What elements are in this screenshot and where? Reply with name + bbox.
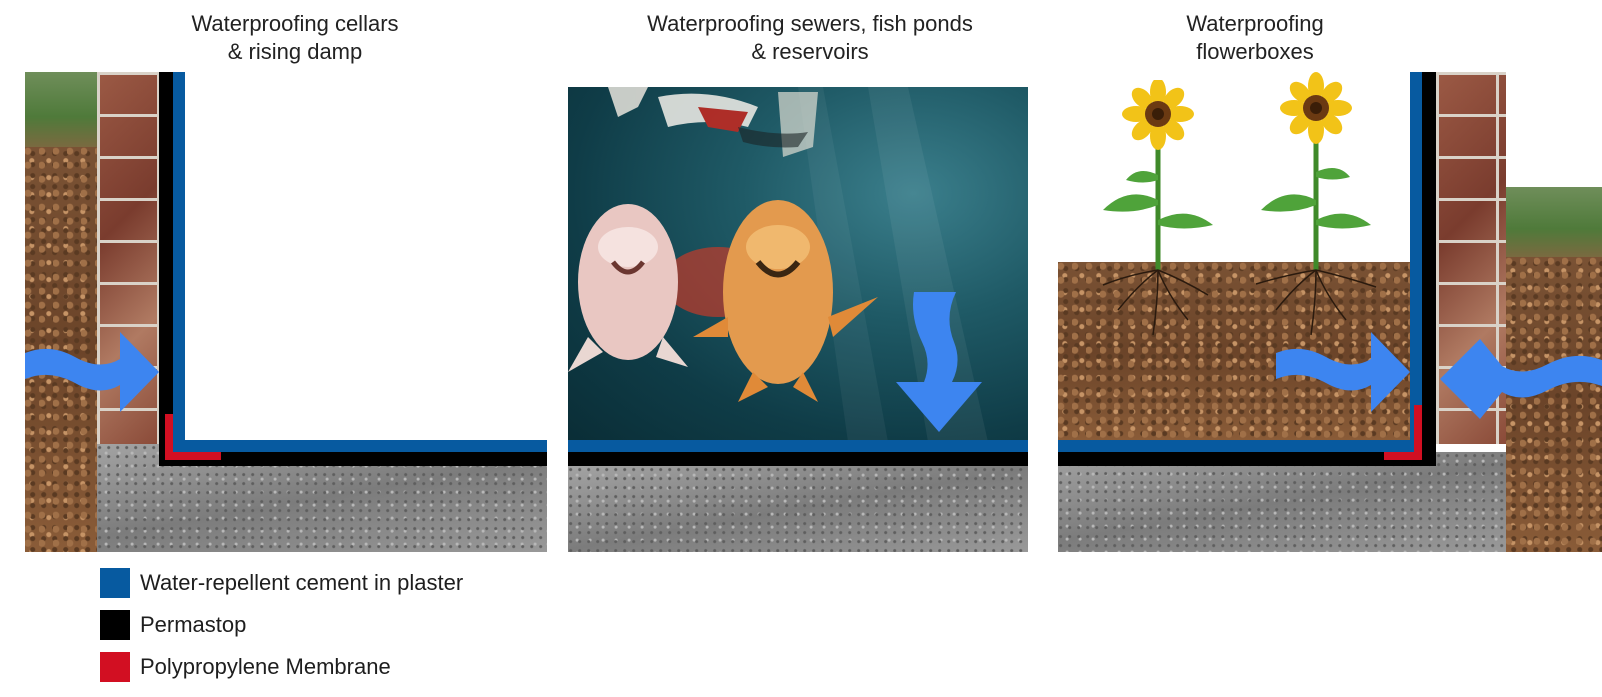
concrete-floor	[568, 466, 1028, 552]
legend-label: Permastop	[140, 612, 247, 637]
legend-label: Polypropylene Membrane	[140, 654, 391, 679]
water-repellent-cement-layer	[173, 440, 547, 452]
title-cellars: Waterproofing cellars & rising damp	[191, 11, 399, 64]
legend-swatch	[100, 652, 130, 682]
pond-diagram	[568, 87, 1028, 552]
permastop-layer	[159, 72, 173, 466]
legend-label: Water-repellent cement in plaster	[140, 570, 464, 595]
polypropylene-membrane-layer	[165, 452, 221, 460]
sunflower-icon	[1255, 72, 1377, 336]
water-repellent-cement-layer	[568, 440, 1028, 452]
title-flowerboxes: Waterproofing flowerboxes	[1186, 11, 1324, 64]
water-flow-arrow-icon	[25, 332, 159, 412]
title-ponds: Waterproofing sewers, fish ponds & reser…	[647, 11, 973, 64]
flowerbox-diagram	[1058, 72, 1602, 552]
water-repellent-cement-layer	[173, 72, 185, 452]
legend-swatch	[100, 568, 130, 598]
pond-water	[568, 87, 1028, 442]
water-flow-arrow-icon	[1276, 332, 1410, 412]
permastop-layer	[1058, 452, 1436, 466]
permastop-layer	[1422, 72, 1436, 466]
cellar-diagram	[25, 72, 547, 552]
water-flow-arrow-icon	[1440, 339, 1602, 419]
koi-fish-icon	[568, 200, 878, 402]
legend-swatch	[100, 610, 130, 640]
permastop-layer	[568, 452, 1028, 466]
water-flow-arrow-icon	[896, 292, 982, 432]
sunflower-icon	[1102, 80, 1213, 336]
polypropylene-membrane-layer	[1384, 452, 1422, 460]
water-repellent-cement-layer	[1410, 72, 1422, 452]
ground-grass	[25, 72, 97, 147]
concrete-floor	[1058, 452, 1506, 552]
water-repellent-cement-layer	[1058, 440, 1422, 452]
ground-grass	[1506, 187, 1602, 257]
